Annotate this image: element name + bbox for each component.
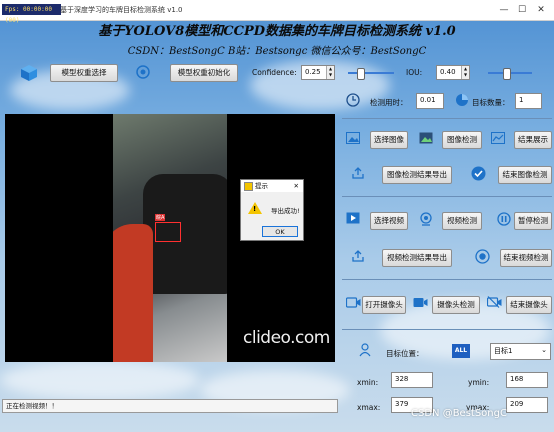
photo-gallery-icon <box>418 132 434 148</box>
iou-label: IOU: <box>406 68 423 77</box>
red-car-image <box>113 224 153 362</box>
iou-slider-handle[interactable] <box>502 68 511 80</box>
target-position-label: 目标位置： <box>386 349 424 358</box>
iou-value: 0.40 <box>440 68 456 76</box>
message-dialog: 提示 ✕ ! 导出成功! OK <box>240 179 304 241</box>
end-image-detect-button[interactable]: 结束图像检测 <box>498 166 552 184</box>
confidence-slider-handle[interactable] <box>356 68 365 80</box>
all-targets-badge: ALL <box>452 344 470 358</box>
export-icon <box>350 249 366 265</box>
video-file-icon <box>345 212 361 228</box>
cloud-decoration <box>0 360 200 400</box>
fps-badge: Fps: 00:00:00 (00) <box>2 4 61 24</box>
dialog-close-icon[interactable]: ✕ <box>294 180 299 192</box>
divider <box>342 279 552 280</box>
webcam-icon <box>418 212 434 228</box>
spin-arrows-icon[interactable]: ▲ ▼ <box>326 66 334 79</box>
confidence-slider[interactable] <box>348 68 394 80</box>
end-camera-button[interactable]: 结束摄像头 <box>506 296 552 314</box>
ymin-label: ymin: <box>468 378 490 387</box>
video-camera-icon <box>412 296 428 312</box>
divider <box>342 196 552 197</box>
warning-mark: ! <box>253 205 257 213</box>
divider <box>342 329 552 330</box>
dialog-ok-button[interactable]: OK <box>262 226 298 237</box>
dialog-header: 提示 ✕ <box>241 180 303 192</box>
pause-icon <box>496 212 512 228</box>
video-detect-button[interactable]: 视频检测 <box>442 212 482 230</box>
pause-detect-button[interactable]: 暂停检测 <box>514 212 552 230</box>
image-detect-button[interactable]: 图像检测 <box>442 131 482 149</box>
image-icon <box>345 132 361 148</box>
export-icon <box>350 166 366 182</box>
camera-detect-button[interactable]: 摄像头检测 <box>432 296 480 314</box>
spin-arrows-icon[interactable]: ▲ ▼ <box>461 66 469 79</box>
iou-slider[interactable] <box>488 68 532 80</box>
maximize-icon[interactable]: ☐ <box>515 3 529 17</box>
detect-time-field: 0.01 <box>416 93 444 109</box>
minimize-icon[interactable]: — <box>497 3 511 17</box>
clock-icon <box>345 93 361 109</box>
pie-chart-icon <box>454 93 470 109</box>
target-count-label: 目标数量： <box>472 98 510 107</box>
model-weight-init-button[interactable]: 模型权重初始化 <box>170 64 238 82</box>
user-location-icon <box>357 343 373 359</box>
select-image-button[interactable]: 选择图像 <box>370 131 408 149</box>
xmin-field: 328 <box>391 372 433 388</box>
end-video-detect-button[interactable]: 结束视频检测 <box>500 249 552 267</box>
iou-spinbox[interactable]: 0.40 ▲ ▼ <box>436 65 470 80</box>
csdn-watermark: CSDN @BestSongC <box>411 408 507 419</box>
confidence-value: 0.25 <box>305 68 321 76</box>
dialog-message: 导出成功! <box>271 207 300 215</box>
status-bar: 正在检测视频！！ <box>2 399 338 413</box>
export-image-result-button[interactable]: 图像检测结果导出 <box>382 166 452 184</box>
plate-detection-label: 皖A <box>155 214 166 221</box>
window-titlebar: Fps: 00:00:00 (00) 基于深度学习的车牌目标检测系统 v1.0 … <box>0 0 554 24</box>
stop-circle-icon <box>474 249 490 265</box>
page-title: 基于YOLOV8模型和CCPD数据集的车牌目标检测系统 v1.0 <box>98 24 456 39</box>
video-watermark: clideo.com <box>243 328 330 348</box>
close-icon[interactable]: ✕ <box>534 3 548 17</box>
export-video-result-button[interactable]: 视频检测结果导出 <box>382 249 452 267</box>
cube-icon <box>20 64 38 82</box>
detect-time-label: 检测用时： <box>370 98 408 107</box>
divider <box>342 118 552 119</box>
open-camera-button[interactable]: 打开摄像头 <box>362 296 406 314</box>
camera-off-icon <box>486 296 502 312</box>
model-weight-select-button[interactable]: 模型权重选择 <box>50 64 118 82</box>
dialog-title: 提示 <box>255 182 268 190</box>
check-circle-icon <box>470 166 486 182</box>
line-chart-icon <box>490 132 506 148</box>
ymin-field: 168 <box>506 372 548 388</box>
target-select-value: 目标1 <box>494 347 513 355</box>
select-video-button[interactable]: 选择视频 <box>370 212 408 230</box>
xmin-label: xmin: <box>357 378 379 387</box>
dialog-app-icon <box>244 182 253 191</box>
xmax-label: xmax: <box>357 403 381 412</box>
confidence-spinbox[interactable]: 0.25 ▲ ▼ <box>301 65 335 80</box>
window-title: 基于深度学习的车牌目标检测系统 v1.0 <box>60 6 183 14</box>
show-result-button[interactable]: 结果展示 <box>514 131 552 149</box>
camera-icon <box>345 296 361 312</box>
page-subtitle: CSDN：BestSongC B站：Bestsongc 微信公众号：BestSo… <box>127 46 427 57</box>
plate-detection-box <box>155 222 181 242</box>
ymax-field: 209 <box>506 397 548 413</box>
target-count-field: 1 <box>515 93 542 109</box>
chevron-down-icon[interactable]: ⌄ <box>541 346 547 354</box>
confidence-label: Confidence: <box>252 68 297 77</box>
target-select-dropdown[interactable]: 目标1 ⌄ <box>490 343 551 360</box>
settings-icon <box>134 64 152 82</box>
